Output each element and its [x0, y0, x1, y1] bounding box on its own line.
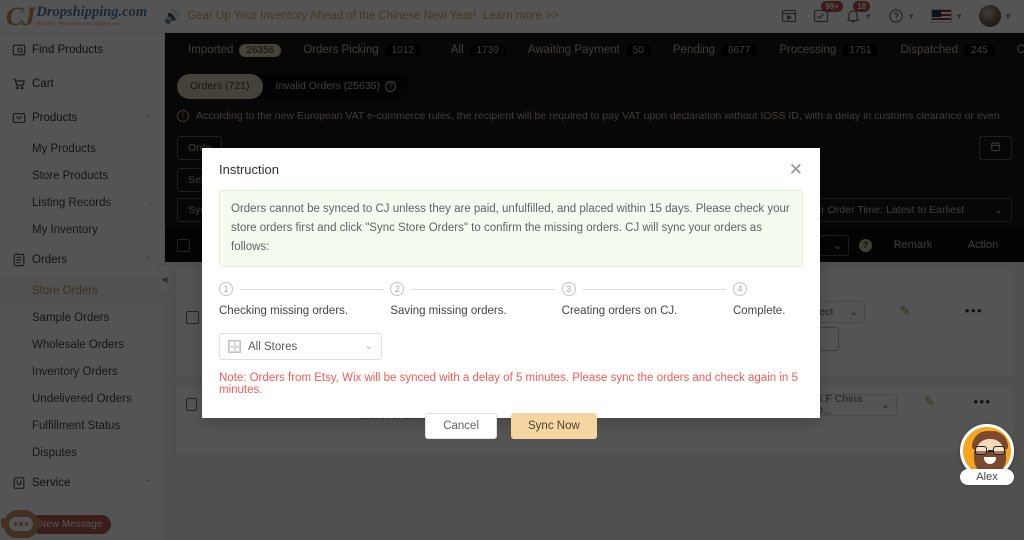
- chevron-down-icon: ⌄: [365, 341, 373, 352]
- step-label: Saving missing orders.: [390, 305, 561, 317]
- step-number: 4: [733, 282, 747, 296]
- support-agent-widget[interactable]: Alex: [960, 424, 1014, 485]
- sync-step: 2 Saving missing orders.: [390, 282, 561, 317]
- close-icon[interactable]: ✕: [789, 161, 803, 178]
- step-number: 1: [219, 282, 233, 296]
- step-label: Checking missing orders.: [219, 305, 390, 317]
- agent-name-label: Alex: [960, 469, 1014, 485]
- sync-step: 1 Checking missing orders.: [219, 282, 390, 317]
- step-connector: [240, 289, 383, 290]
- step-connector: [583, 289, 726, 290]
- app-root: CJ Dropshipping.com You sell - We source…: [0, 0, 1024, 540]
- modal-header: Instruction ✕: [202, 148, 820, 190]
- store-select-value: All Stores: [248, 341, 297, 353]
- step-number: 3: [562, 282, 576, 296]
- step-number: 2: [390, 282, 404, 296]
- modal-footer: Cancel Sync Now: [219, 413, 803, 439]
- sync-step: 3 Creating orders on CJ.: [562, 282, 733, 317]
- sync-now-button[interactable]: Sync Now: [511, 413, 597, 439]
- sync-step: 4 Complete.: [733, 282, 803, 317]
- step-connector: [411, 289, 554, 290]
- stores-grid-icon: [228, 340, 241, 353]
- store-select[interactable]: All Stores ⌄: [219, 333, 382, 360]
- step-label: Complete.: [733, 305, 803, 317]
- modal-title: Instruction: [219, 162, 279, 177]
- cancel-button[interactable]: Cancel: [425, 413, 497, 439]
- instruction-modal: Instruction ✕ Orders cannot be synced to…: [202, 148, 820, 418]
- modal-body: Orders cannot be synced to CJ unless the…: [202, 190, 820, 439]
- modal-notice-text: Orders cannot be synced to CJ unless the…: [219, 190, 803, 267]
- step-label: Creating orders on CJ.: [562, 305, 733, 317]
- modal-delay-note: Note: Orders from Etsy, Wix will be sync…: [219, 372, 803, 396]
- sync-steps: 1 Checking missing orders. 2 Saving miss…: [219, 282, 803, 317]
